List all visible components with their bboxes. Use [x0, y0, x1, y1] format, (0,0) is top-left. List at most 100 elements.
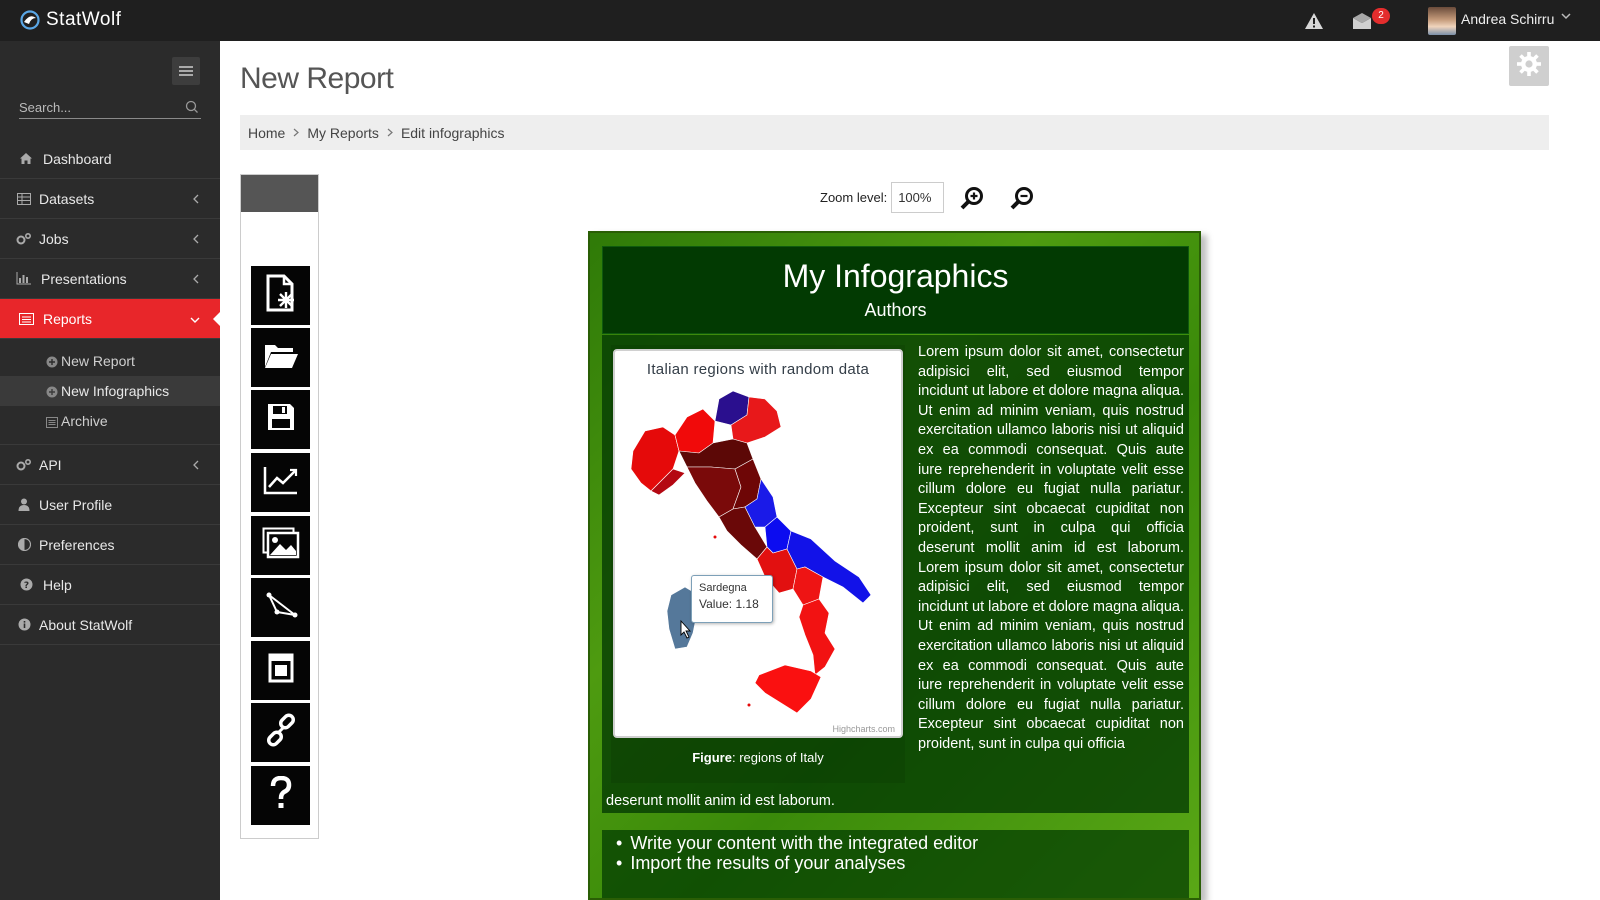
search-input[interactable]	[19, 97, 169, 117]
svg-text:?: ?	[23, 581, 28, 591]
chevron-down-icon	[190, 312, 200, 327]
chevron-left-icon	[192, 192, 200, 207]
figure-block[interactable]: Italian regions with random data Sardegn…	[611, 345, 905, 783]
sidebar-item-jobs[interactable]: Jobs	[0, 219, 220, 259]
zoom-in-icon	[960, 187, 984, 214]
body-text-tail[interactable]: deserunt mollit anim id est laborum.	[606, 793, 835, 809]
messages-icon[interactable]	[1351, 10, 1373, 32]
sidebar-item-preferences[interactable]: Preferences	[0, 525, 220, 565]
infographic-subtitle[interactable]: Authors	[603, 300, 1188, 321]
save-button[interactable]	[251, 390, 310, 449]
sidebar-item-dashboard[interactable]: Dashboard	[0, 139, 220, 179]
shape-icon	[263, 590, 299, 625]
zoom-control: Zoom level:	[820, 182, 945, 213]
infographic-title[interactable]: My Infographics	[603, 258, 1188, 295]
caption-text: : regions of Italy	[731, 750, 824, 765]
sidebar-item-label: About StatWolf	[39, 616, 133, 633]
breadcrumb-current: Edit infographics	[400, 124, 505, 141]
open-button[interactable]	[251, 328, 310, 387]
sidebar-item-label: Reports	[43, 310, 93, 327]
sidebar: Dashboard Datasets Jobs Presentations Re…	[0, 41, 221, 900]
list-item[interactable]: Write your content with the integrated e…	[616, 833, 1175, 853]
list-alt-icon	[18, 311, 34, 327]
feature-list[interactable]: Write your content with the integrated e…	[602, 830, 1189, 898]
zoom-in-button[interactable]	[960, 186, 984, 210]
chevron-left-icon	[192, 458, 200, 473]
submenu-item-new-report[interactable]: New Report	[0, 346, 220, 376]
gear-icon	[1516, 51, 1542, 82]
sidebar-item-label: Presentations	[41, 270, 127, 287]
sidebar-item-presentations[interactable]: Presentations	[0, 259, 220, 299]
app-logo[interactable]: StatWolf	[20, 9, 121, 31]
breadcrumb-my-reports[interactable]: My Reports	[307, 125, 379, 141]
submenu-item-label: New Report	[61, 353, 135, 369]
zoom-level-input[interactable]	[891, 182, 945, 213]
caption-bold: Figure	[692, 750, 732, 765]
page-title: New Report	[240, 62, 394, 95]
menu-toggle-button[interactable]	[172, 57, 200, 85]
map-title: Italian regions with random data	[646, 361, 870, 378]
toolbar-drag-handle[interactable]	[241, 175, 318, 212]
sidebar-item-api[interactable]: API	[0, 445, 220, 485]
warning-icon[interactable]	[1303, 10, 1325, 32]
insert-chart-button[interactable]	[251, 453, 310, 512]
breadcrumb: Home My Reports Edit infographics	[240, 115, 1549, 150]
plus-circle-icon	[46, 385, 58, 398]
sidebar-item-datasets[interactable]: Datasets	[0, 179, 220, 219]
insert-shape-button[interactable]	[251, 578, 310, 637]
zoom-out-icon	[1010, 187, 1034, 214]
top-bar: StatWolf 2 Andrea Schirru	[0, 0, 1600, 41]
adjust-icon	[16, 537, 32, 553]
chevron-left-icon	[192, 272, 200, 287]
new-document-button[interactable]	[251, 266, 310, 325]
line-chart-icon	[263, 465, 299, 500]
insert-layout-button[interactable]	[251, 641, 310, 700]
insert-link-button[interactable]	[251, 703, 310, 762]
map-region[interactable]	[754, 664, 822, 714]
zoom-out-button[interactable]	[1010, 186, 1034, 210]
chevron-left-icon	[192, 232, 200, 247]
submenu-item-label: New Infographics	[61, 383, 170, 399]
avatar[interactable]	[1428, 7, 1456, 35]
figure-caption[interactable]: Figure: regions of Italy	[611, 750, 905, 765]
search-box	[19, 97, 201, 119]
search-icon[interactable]	[185, 100, 199, 114]
user-name[interactable]: Andrea Schirru	[1461, 11, 1554, 27]
reports-submenu: New Report New Infographics Archive	[0, 339, 220, 445]
map-chart[interactable]: Italian regions with random data Sardegn…	[613, 349, 903, 738]
layout-icon	[268, 653, 294, 688]
map-island	[713, 535, 717, 539]
breadcrumb-home[interactable]: Home	[248, 125, 285, 141]
breadcrumb-separator-icon	[293, 126, 300, 140]
settings-button[interactable]	[1509, 46, 1549, 86]
info-icon	[16, 617, 32, 633]
submenu-item-label: Archive	[61, 413, 108, 429]
sidebar-item-label: Dashboard	[43, 150, 112, 167]
italy-map-graphic[interactable]	[615, 381, 901, 721]
sidebar-item-about[interactable]: About StatWolf	[0, 605, 220, 645]
map-tooltip: Sardegna Value: 1.18	[691, 575, 773, 623]
sidebar-item-help[interactable]: ? Help	[0, 565, 220, 605]
plus-circle-icon	[46, 355, 58, 368]
notification-badge: 2	[1372, 8, 1390, 24]
submenu-item-archive[interactable]: Archive	[0, 406, 220, 436]
insert-image-button[interactable]	[251, 516, 310, 575]
sidebar-item-label: API	[39, 456, 62, 473]
save-icon	[266, 402, 296, 437]
help-button[interactable]	[251, 766, 310, 825]
open-folder-icon	[263, 341, 299, 374]
map-region[interactable]	[798, 598, 836, 676]
infographic-canvas[interactable]: My Infographics Authors Italian regions …	[588, 231, 1201, 900]
list-item[interactable]: Import the results of your analyses	[616, 853, 1175, 873]
infographic-header[interactable]: My Infographics Authors	[602, 246, 1189, 334]
submenu-item-new-infographics[interactable]: New Infographics	[0, 376, 220, 406]
link-icon	[264, 713, 298, 752]
chevron-down-icon[interactable]	[1560, 10, 1572, 25]
body-text[interactable]: Lorem ipsum dolor sit amet, consectetur …	[918, 343, 1184, 754]
map-island	[747, 703, 751, 707]
sidebar-item-reports[interactable]: Reports	[0, 299, 221, 339]
cogs-icon	[16, 457, 32, 473]
infographic-text-block[interactable]: Italian regions with random data Sardegn…	[602, 335, 1189, 813]
sidebar-item-user-profile[interactable]: User Profile	[0, 485, 220, 525]
map-credits[interactable]: Highcharts.com	[832, 724, 895, 734]
